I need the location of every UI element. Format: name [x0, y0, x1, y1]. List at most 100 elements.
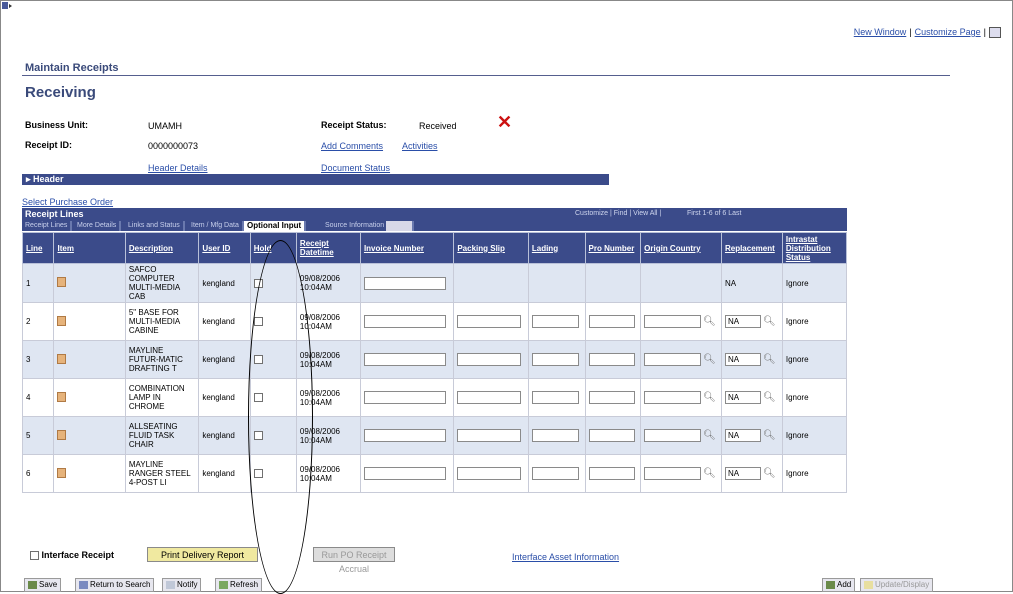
col-packing-slip[interactable]: Packing Slip — [453, 232, 529, 264]
table-row: 1 SAFCO COMPUTER MULTI-MEDIA CAB kenglan… — [21, 263, 848, 303]
search-icon[interactable]: 🔍︎ — [763, 316, 776, 327]
search-icon[interactable]: 🔍︎ — [763, 430, 776, 441]
document-status-link[interactable]: Document Status — [321, 163, 390, 173]
hold-checkbox[interactable] — [253, 278, 263, 288]
invoice-number-input[interactable] — [363, 276, 446, 290]
tab-more-details[interactable]: More Details — [74, 221, 122, 231]
tab-item-mfg[interactable]: Item / Mfg Data — [188, 221, 244, 231]
hold-checkbox[interactable] — [253, 469, 263, 479]
col-item[interactable]: Item — [53, 232, 126, 264]
packing-slip-input[interactable] — [457, 315, 522, 328]
cancel-receipt-icon[interactable]: ✕ — [497, 112, 512, 133]
run-po-receipt-accrual-button[interactable]: Run PO Receipt Accrual — [313, 547, 395, 574]
origin-country-input[interactable] — [644, 429, 702, 442]
col-receipt-datetime[interactable]: Receipt Datetime — [295, 232, 361, 264]
notify-button[interactable]: Notify — [162, 578, 202, 592]
customize-page-link[interactable]: Customize Page — [915, 27, 981, 37]
item-document-icon[interactable] — [57, 315, 67, 326]
new-window-link[interactable]: New Window — [854, 27, 907, 37]
invoice-number-input[interactable] — [363, 391, 446, 404]
lading-input[interactable] — [531, 353, 579, 366]
packing-slip-input[interactable] — [457, 391, 522, 404]
col-hold[interactable]: Hold — [249, 232, 297, 264]
lading-input[interactable] — [531, 467, 579, 480]
user-id: kengland — [198, 454, 251, 493]
item-document-icon[interactable] — [57, 391, 67, 402]
activities-link[interactable]: Activities — [402, 141, 438, 151]
pro-number-input[interactable] — [588, 429, 635, 442]
item-document-icon[interactable] — [57, 467, 67, 478]
hold-checkbox[interactable] — [253, 393, 263, 403]
tab-optional-input[interactable]: Optional Input — [244, 221, 307, 231]
interface-receipt-control[interactable]: Interface Receipt — [30, 550, 114, 561]
search-icon[interactable]: 🔍︎ — [703, 354, 716, 365]
packing-slip-input[interactable] — [457, 467, 522, 480]
pro-number-input[interactable] — [588, 353, 635, 366]
add-button[interactable]: Add — [822, 578, 856, 592]
print-icon[interactable] — [989, 27, 1001, 39]
hold-checkbox[interactable] — [253, 317, 263, 327]
col-pro-number[interactable]: Pro Number — [584, 232, 642, 264]
col-replacement[interactable]: Replacement — [720, 232, 783, 264]
replacement-input[interactable]: NA — [724, 467, 761, 480]
tab-source-information[interactable]: Source Information — [322, 221, 390, 231]
print-delivery-report-button[interactable]: Print Delivery Report — [147, 547, 258, 562]
replacement-input[interactable]: NA — [724, 353, 761, 366]
receipt-status-value: Received — [419, 121, 457, 131]
refresh-button[interactable]: Refresh — [215, 578, 263, 592]
add-comments-link[interactable]: Add Comments — [321, 141, 383, 151]
invoice-number-input[interactable] — [363, 429, 446, 442]
col-lading[interactable]: Lading — [527, 232, 586, 264]
tab-links-status[interactable]: Links and Status — [125, 221, 185, 231]
search-icon[interactable]: 🔍︎ — [703, 392, 716, 403]
tab-receipt-lines[interactable]: Receipt Lines — [22, 221, 73, 231]
item-document-icon[interactable] — [57, 429, 67, 440]
header-details-link[interactable]: Header Details — [148, 163, 208, 173]
packing-slip-input[interactable] — [457, 429, 522, 442]
save-button[interactable]: Save — [24, 578, 62, 592]
origin-country-input[interactable] — [644, 315, 702, 328]
grid-navigation[interactable]: First 1-6 of 6 Last — [687, 208, 741, 220]
grid-customize-links[interactable]: Customize | Find | View All | — [575, 208, 661, 220]
replacement-input[interactable]: NA — [724, 429, 761, 442]
lading-input[interactable] — [531, 391, 579, 404]
origin-country-input[interactable] — [644, 467, 702, 480]
search-icon[interactable]: 🔍︎ — [763, 468, 776, 479]
hold-checkbox[interactable] — [253, 355, 263, 365]
packing-slip-input[interactable] — [457, 353, 522, 366]
col-description[interactable]: Description — [124, 232, 200, 264]
interface-asset-information-link[interactable]: Interface Asset Information — [512, 552, 619, 562]
lading-input[interactable] — [531, 315, 579, 328]
col-line[interactable]: Line — [21, 232, 55, 264]
col-origin-country[interactable]: Origin Country — [640, 232, 722, 264]
invoice-number-input[interactable] — [363, 353, 446, 366]
search-icon[interactable]: 🔍︎ — [763, 354, 776, 365]
replacement-input[interactable]: NA — [724, 315, 761, 328]
pro-number-input[interactable] — [588, 391, 635, 404]
interface-receipt-checkbox[interactable] — [30, 551, 39, 561]
header-section-bar[interactable]: ▸ Header — [22, 174, 609, 185]
replacement-input[interactable]: NA — [724, 391, 761, 404]
search-icon[interactable]: 🔍︎ — [703, 430, 716, 441]
origin-country-input[interactable] — [644, 353, 702, 366]
search-icon[interactable]: 🔍︎ — [703, 316, 716, 327]
select-purchase-order-link[interactable]: Select Purchase Order — [22, 197, 113, 207]
col-user-id[interactable]: User ID — [198, 232, 251, 264]
item-document-icon[interactable] — [57, 277, 67, 287]
search-icon[interactable]: 🔍︎ — [703, 468, 716, 479]
update-display-button[interactable]: Update/Display — [860, 578, 934, 592]
origin-country-input[interactable] — [644, 391, 702, 404]
col-invoice-number[interactable]: Invoice Number — [359, 232, 455, 264]
show-all-tabs-icon[interactable] — [386, 221, 414, 231]
menu-toggle-icon[interactable] — [2, 2, 12, 10]
hold-checkbox[interactable] — [253, 431, 263, 441]
pro-number-input[interactable] — [588, 315, 635, 328]
col-intrastat[interactable]: Intrastat Distribution Status — [781, 232, 848, 264]
pro-number-input[interactable] — [588, 467, 635, 480]
item-document-icon[interactable] — [57, 353, 67, 364]
invoice-number-input[interactable] — [363, 467, 446, 480]
search-icon[interactable]: 🔍︎ — [763, 392, 776, 403]
invoice-number-input[interactable] — [363, 315, 446, 328]
lading-input[interactable] — [531, 429, 579, 442]
return-to-search-button[interactable]: Return to Search — [75, 578, 155, 592]
